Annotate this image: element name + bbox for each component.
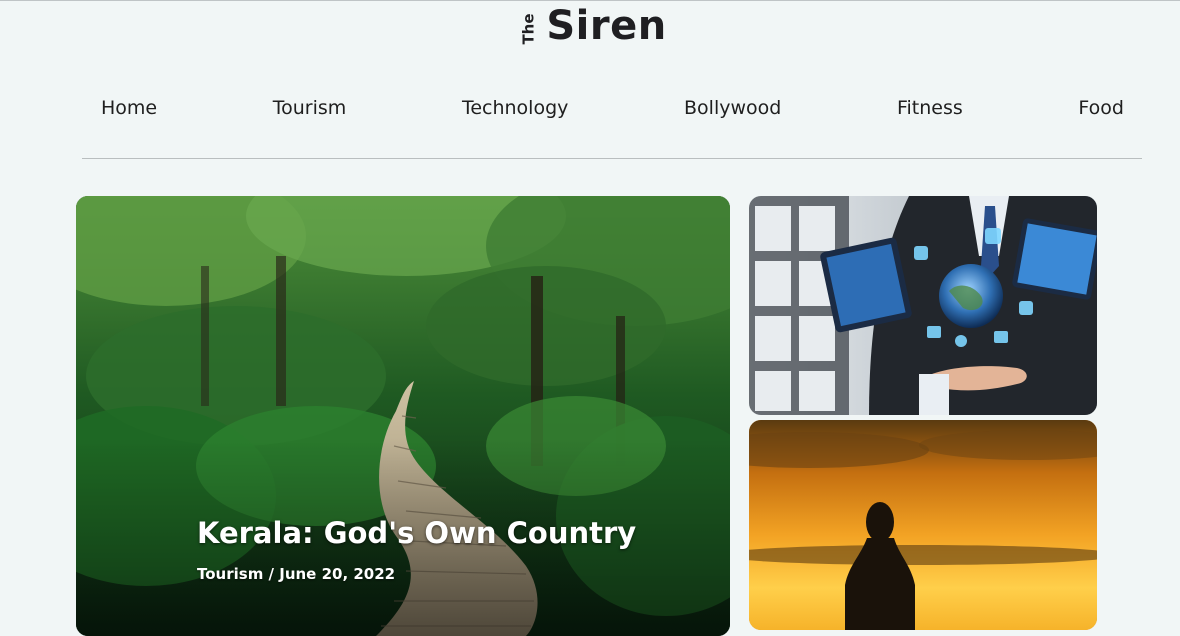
site-logo[interactable]: The Siren <box>0 3 1180 49</box>
nav-item-home[interactable]: Home <box>101 97 157 119</box>
nav-divider <box>82 158 1142 159</box>
nav-item-food[interactable]: Food <box>1078 97 1124 119</box>
logo-prefix: The <box>519 13 538 45</box>
nav-item-bollywood[interactable]: Bollywood <box>684 97 781 119</box>
side-article-card-sunset[interactable] <box>749 420 1097 630</box>
sunset-article-image <box>749 420 1097 630</box>
side-article-card-technology[interactable] <box>749 196 1097 415</box>
featured-article-image <box>76 196 730 636</box>
featured-article-meta: Tourism / June 20, 2022 <box>197 565 396 583</box>
featured-article-card[interactable]: Kerala: God's Own Country Tourism / June… <box>76 196 730 636</box>
main-nav: Home Tourism Technology Bollywood Fitnes… <box>101 97 1124 119</box>
technology-article-image <box>749 196 1097 415</box>
nav-item-technology[interactable]: Technology <box>462 97 568 119</box>
logo-name: Siren <box>546 3 667 49</box>
nav-item-fitness[interactable]: Fitness <box>897 97 963 119</box>
nav-item-tourism[interactable]: Tourism <box>273 97 347 119</box>
featured-article-title[interactable]: Kerala: God's Own Country <box>197 516 636 550</box>
